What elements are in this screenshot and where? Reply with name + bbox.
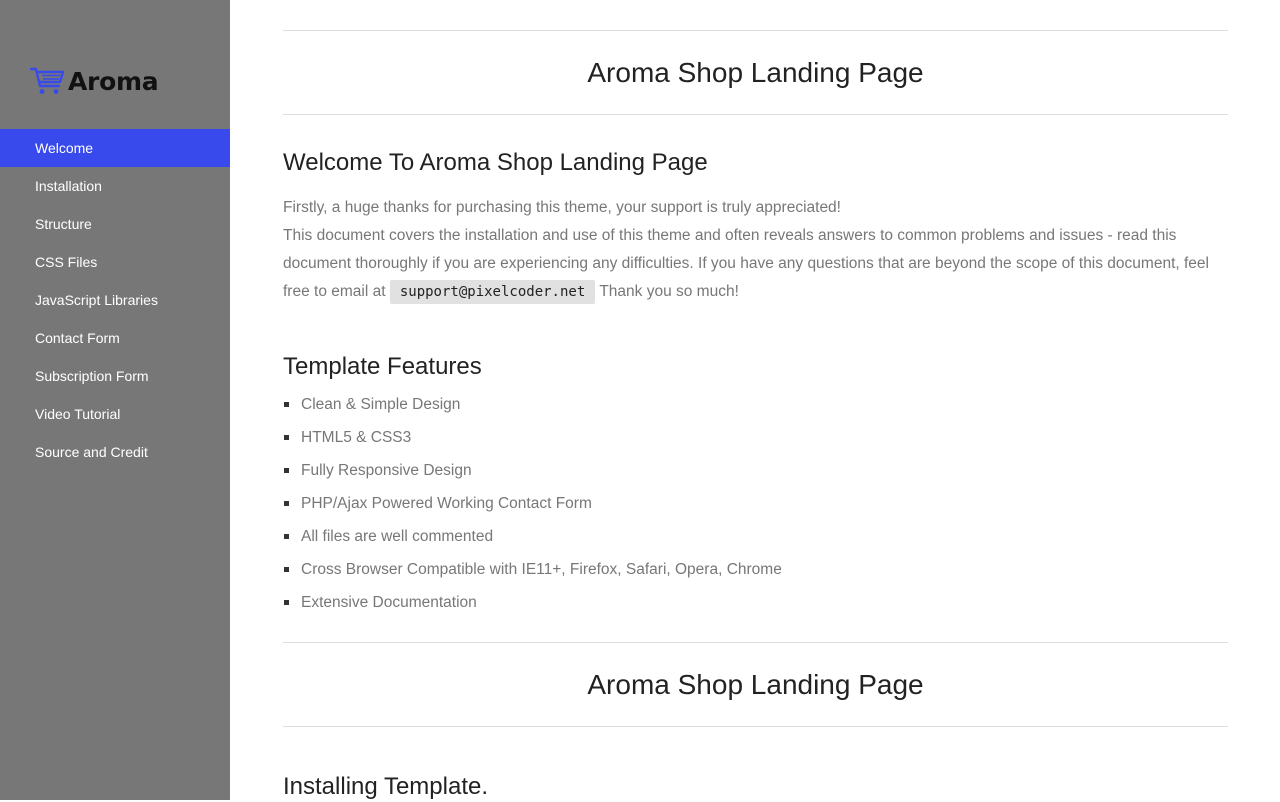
divider bbox=[283, 726, 1228, 727]
intro-thanks: Thank you so much! bbox=[599, 283, 739, 300]
list-item: PHP/Ajax Powered Working Contact Form bbox=[283, 487, 1228, 520]
list-item: Fully Responsive Design bbox=[283, 454, 1228, 487]
list-item: HTML5 & CSS3 bbox=[283, 421, 1228, 454]
divider bbox=[283, 114, 1228, 115]
bullet-icon bbox=[284, 468, 289, 473]
shopping-cart-icon bbox=[30, 67, 65, 94]
bullet-icon bbox=[284, 600, 289, 605]
list-item: Cross Browser Compatible with IE11+, Fir… bbox=[283, 553, 1228, 586]
sidebar-item-installation[interactable]: Installation bbox=[0, 167, 230, 205]
brand-logo[interactable]: Aroma bbox=[30, 66, 159, 96]
bullet-icon bbox=[284, 402, 289, 407]
sidebar-item-structure[interactable]: Structure bbox=[0, 205, 230, 243]
intro-paragraph: Firstly, a huge thanks for purchasing th… bbox=[283, 194, 1228, 306]
brand-name: Aroma bbox=[68, 66, 159, 96]
features-list: Clean & Simple Design HTML5 & CSS3 Fully… bbox=[283, 388, 1228, 619]
sidebar-item-welcome[interactable]: Welcome bbox=[0, 129, 230, 167]
sidebar-nav: Welcome Installation Structure CSS Files… bbox=[0, 129, 230, 471]
support-email[interactable]: support@pixelcoder.net bbox=[389, 280, 596, 304]
sidebar-item-contact-form[interactable]: Contact Form bbox=[0, 319, 230, 357]
main-content: Aroma Shop Landing Page Welcome To Aroma… bbox=[283, 0, 1228, 802]
bullet-icon bbox=[284, 534, 289, 539]
intro-line-1: Firstly, a huge thanks for purchasing th… bbox=[283, 199, 841, 216]
sidebar: Aroma Welcome Installation Structure CSS… bbox=[0, 0, 230, 800]
bullet-icon bbox=[284, 501, 289, 506]
sidebar-item-video-tutorial[interactable]: Video Tutorial bbox=[0, 395, 230, 433]
sidebar-item-subscription-form[interactable]: Subscription Form bbox=[0, 357, 230, 395]
list-item: Extensive Documentation bbox=[283, 586, 1228, 619]
section-title: Aroma Shop Landing Page bbox=[587, 57, 924, 88]
installation-heading: Installing Template. bbox=[283, 773, 489, 800]
list-item: All files are well commented bbox=[283, 520, 1228, 553]
welcome-heading: Welcome To Aroma Shop Landing Page bbox=[283, 149, 708, 176]
sidebar-item-source-and-credit[interactable]: Source and Credit bbox=[0, 433, 230, 471]
sidebar-item-javascript-libraries[interactable]: JavaScript Libraries bbox=[0, 281, 230, 319]
bullet-icon bbox=[284, 567, 289, 572]
bullet-icon bbox=[284, 435, 289, 440]
section-title: Aroma Shop Landing Page bbox=[587, 669, 924, 700]
features-heading: Template Features bbox=[283, 353, 482, 380]
sidebar-item-css-files[interactable]: CSS Files bbox=[0, 243, 230, 281]
list-item: Clean & Simple Design bbox=[283, 388, 1228, 421]
